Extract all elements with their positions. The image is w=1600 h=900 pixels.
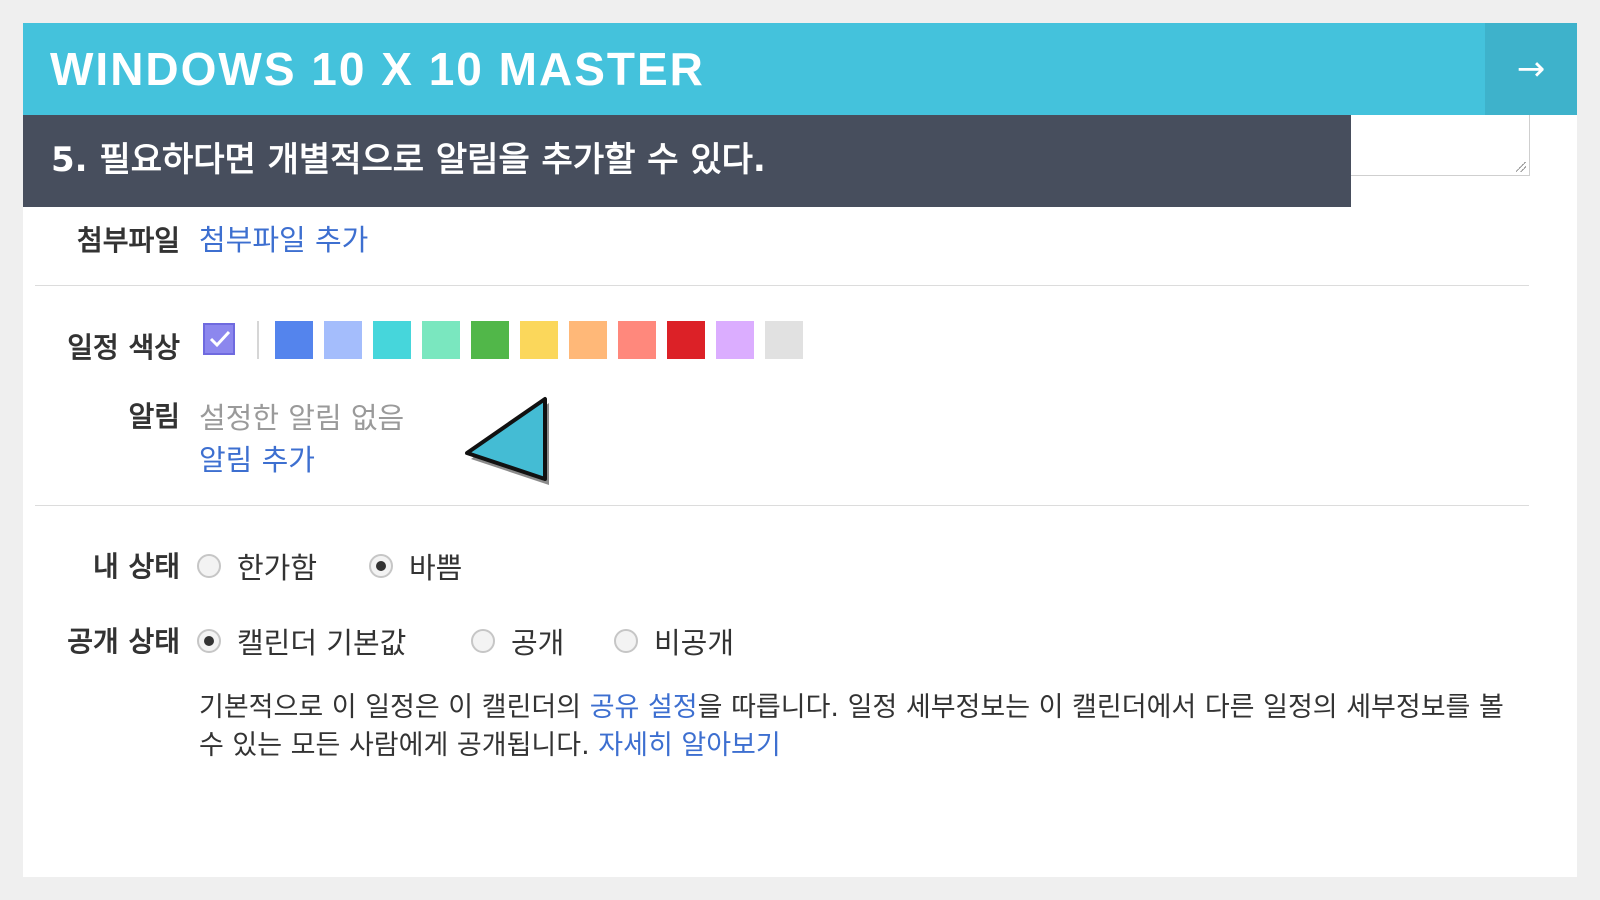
color-swatch[interactable] bbox=[275, 321, 313, 359]
description-textarea[interactable] bbox=[1351, 115, 1530, 176]
color-swatch[interactable] bbox=[765, 321, 803, 359]
visibility-option-private[interactable]: 비공개 bbox=[614, 620, 734, 662]
add-attachment-link[interactable]: 첨부파일 추가 bbox=[199, 217, 368, 259]
tutorial-card: WINDOWS 10 X 10 MASTER → 5. 필요하다면 개별적으로 … bbox=[23, 23, 1577, 877]
add-alarm-link[interactable]: 알림 추가 bbox=[199, 437, 315, 479]
color-swatch[interactable] bbox=[471, 321, 509, 359]
radio-button[interactable] bbox=[197, 629, 221, 653]
color-swatch[interactable] bbox=[422, 321, 460, 359]
radio-label: 한가함 bbox=[237, 551, 318, 585]
color-swatch[interactable] bbox=[520, 321, 558, 359]
status-option-busy[interactable]: 바쁨 bbox=[369, 545, 462, 587]
color-swatch[interactable] bbox=[324, 321, 362, 359]
divider bbox=[35, 505, 1529, 506]
next-button[interactable]: → bbox=[1485, 23, 1577, 115]
alarm-none-text: 설정한 알림 없음 bbox=[199, 401, 405, 435]
visibility-option-default[interactable]: 캘린더 기본값 bbox=[197, 620, 406, 662]
description-text: 기본적으로 이 일정은 이 캘린더의 bbox=[199, 692, 590, 723]
radio-button[interactable] bbox=[471, 629, 495, 653]
event-color-label: 일정 색상 bbox=[67, 331, 180, 364]
radio-label: 바쁨 bbox=[409, 551, 463, 585]
color-swatch[interactable] bbox=[373, 321, 411, 359]
visibility-option-public[interactable]: 공개 bbox=[471, 620, 564, 662]
attachment-label: 첨부파일 bbox=[76, 224, 180, 257]
radio-label: 공개 bbox=[511, 626, 565, 660]
pointer-arrow-icon bbox=[465, 397, 549, 485]
visibility-label: 공개 상태 bbox=[67, 625, 180, 658]
step-caption-box: 5. 필요하다면 개별적으로 알림을 추가할 수 있다. bbox=[23, 115, 1351, 207]
check-icon bbox=[209, 330, 231, 348]
radio-button[interactable] bbox=[369, 554, 393, 578]
resize-grip-icon[interactable] bbox=[1516, 162, 1526, 172]
learn-more-link[interactable]: 자세히 알아보기 bbox=[598, 730, 780, 761]
swatch-separator bbox=[257, 321, 259, 359]
radio-label: 비공개 bbox=[654, 626, 735, 660]
radio-button[interactable] bbox=[614, 629, 638, 653]
my-status-label: 내 상태 bbox=[92, 550, 180, 583]
radio-label: 캘린더 기본값 bbox=[237, 626, 407, 660]
top-banner: WINDOWS 10 X 10 MASTER → bbox=[23, 23, 1577, 115]
color-swatch[interactable] bbox=[667, 321, 705, 359]
color-swatch[interactable] bbox=[716, 321, 754, 359]
radio-button[interactable] bbox=[197, 554, 221, 578]
step-caption: 5. 필요하다면 개별적으로 알림을 추가할 수 있다. bbox=[51, 140, 766, 180]
arrow-right-icon: → bbox=[1516, 49, 1546, 89]
alarm-label: 알림 bbox=[128, 400, 180, 433]
divider bbox=[35, 285, 1529, 286]
banner-title: WINDOWS 10 X 10 MASTER bbox=[50, 43, 705, 95]
status-option-free[interactable]: 한가함 bbox=[197, 545, 317, 587]
current-color-swatch[interactable] bbox=[203, 323, 235, 355]
visibility-description: 기본적으로 이 일정은 이 캘린더의 공유 설정을 따릅니다. 일정 세부정보는… bbox=[199, 689, 1519, 765]
color-swatch[interactable] bbox=[618, 321, 656, 359]
color-swatch[interactable] bbox=[569, 321, 607, 359]
sharing-settings-link[interactable]: 공유 설정 bbox=[590, 692, 698, 723]
